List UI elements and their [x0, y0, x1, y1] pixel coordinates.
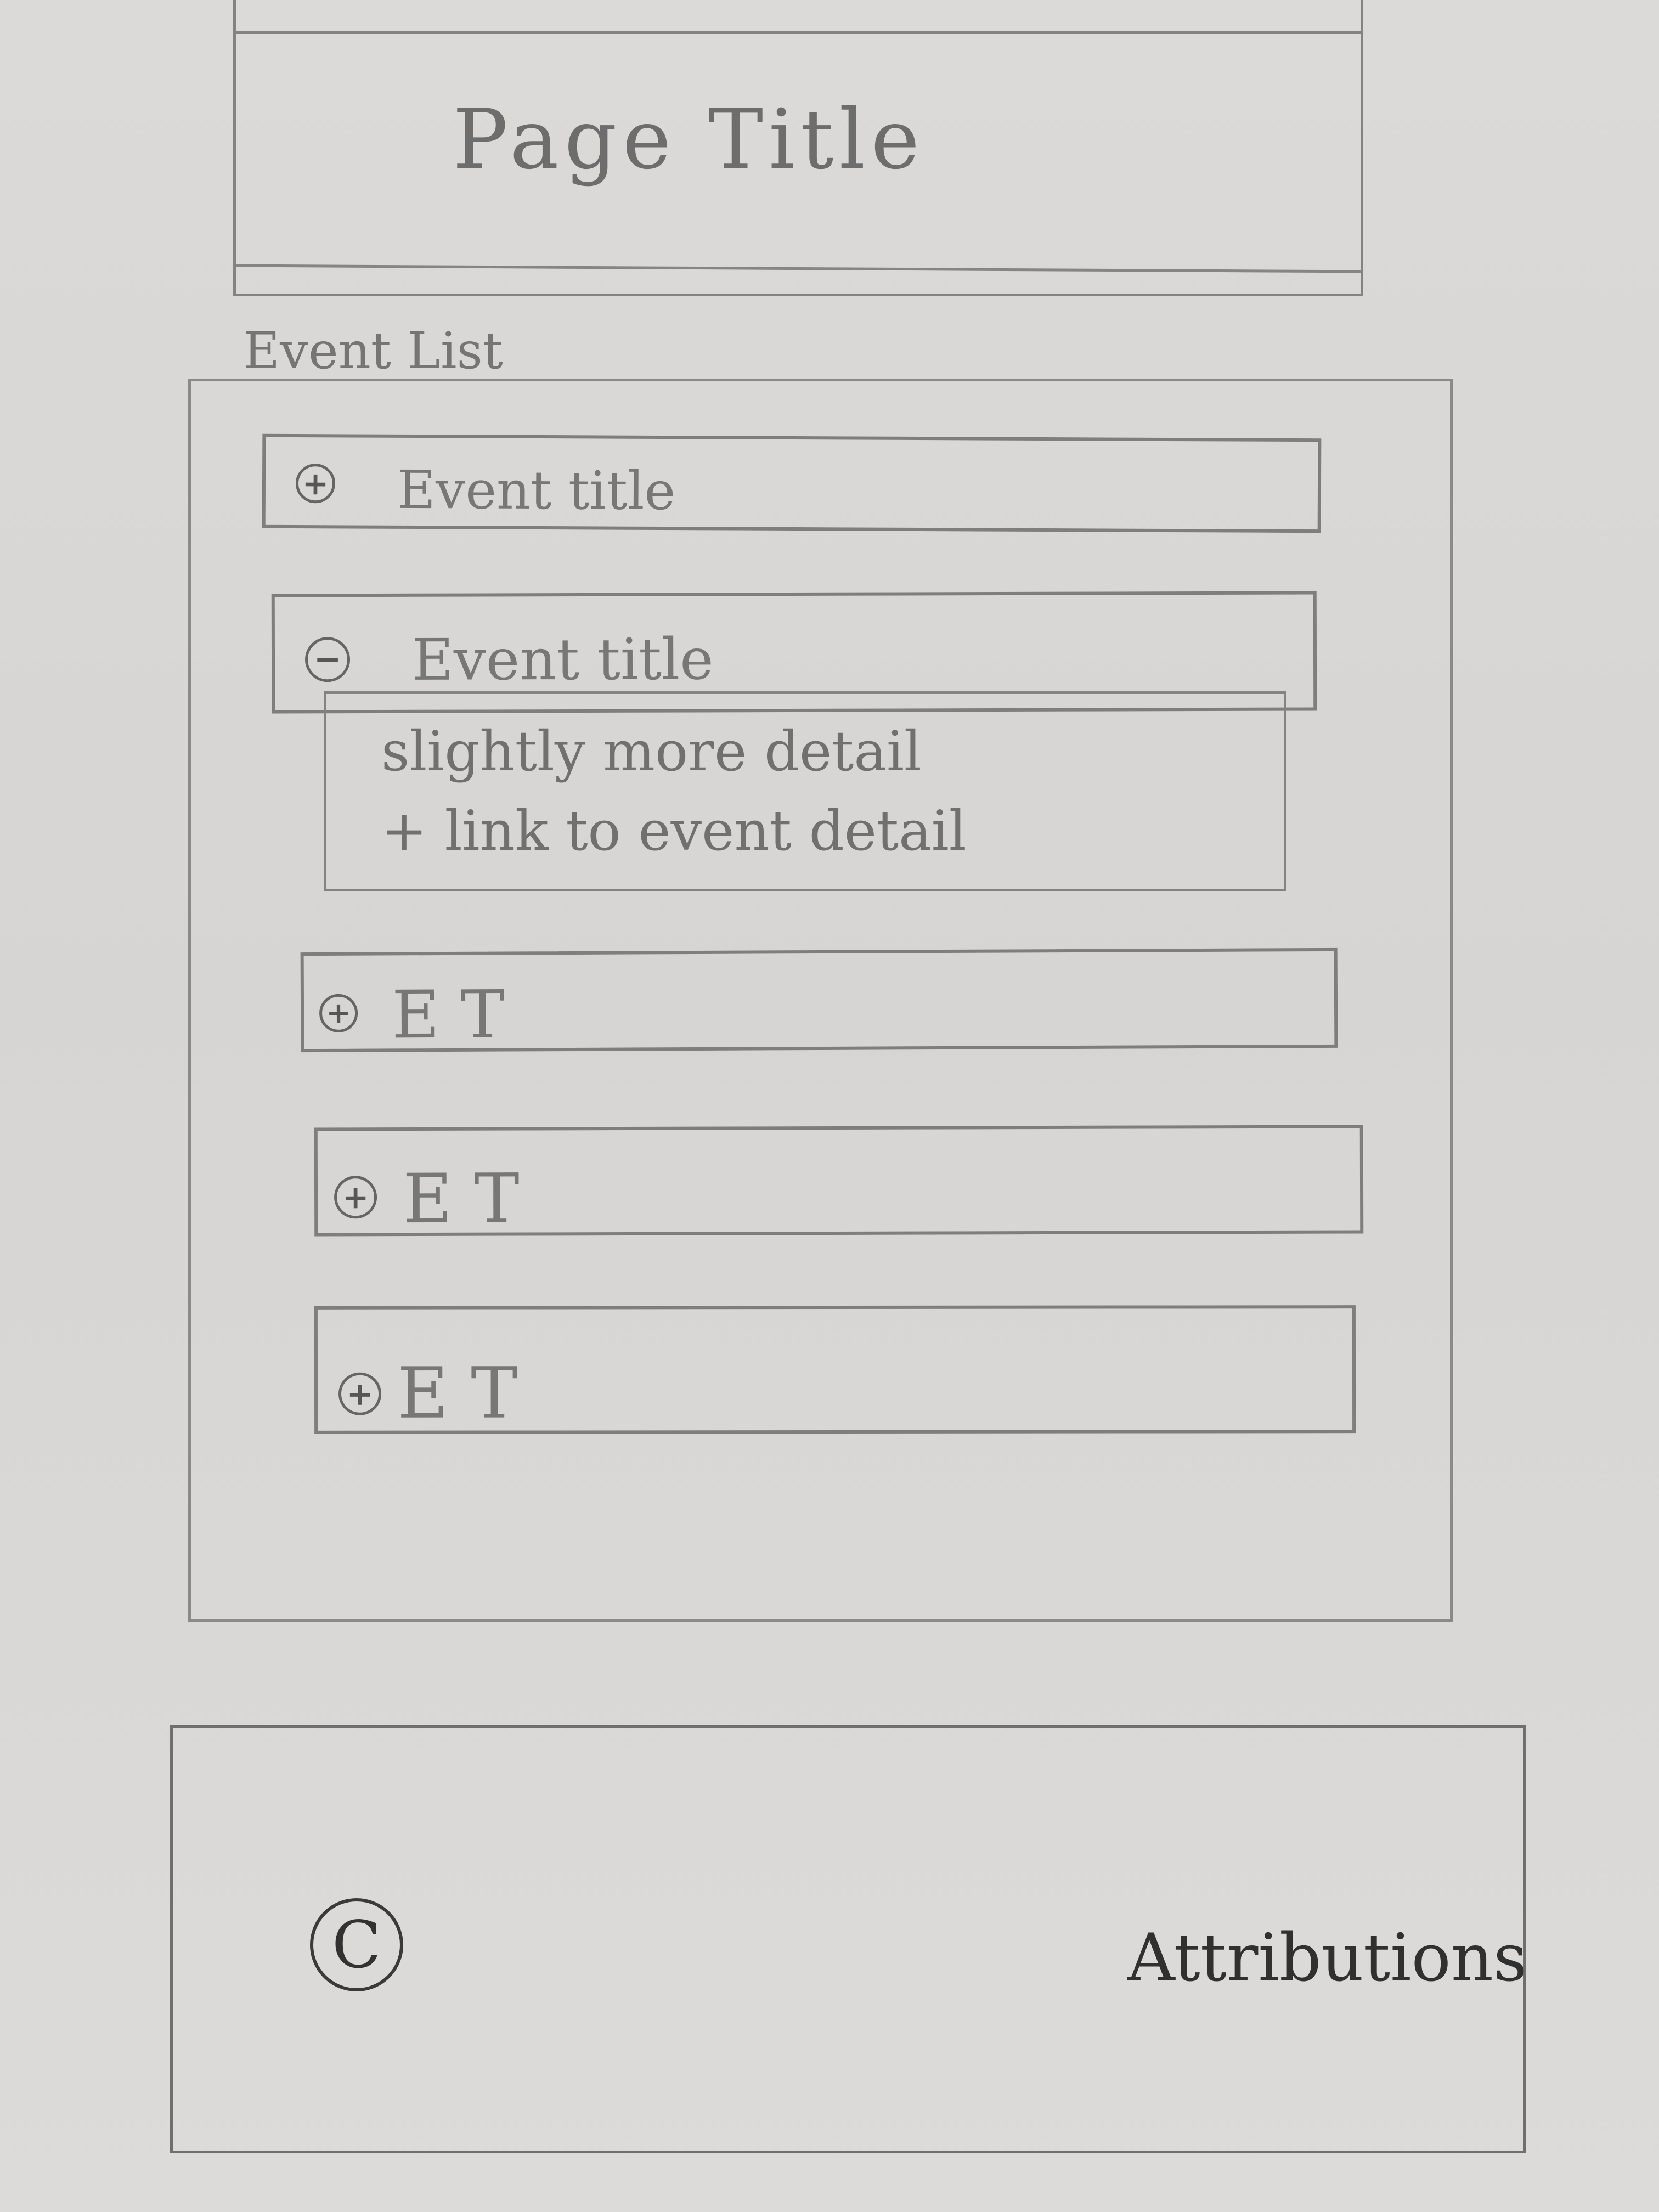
copyright-icon: C: [310, 1898, 403, 1991]
attributions-link[interactable]: Attributions: [1127, 1917, 1527, 2000]
event-title[interactable]: E T: [392, 977, 505, 1054]
event-list-label: Event List: [243, 321, 503, 380]
plus-icon[interactable]: +: [334, 1176, 377, 1219]
copyright-symbol: C: [331, 1907, 382, 1983]
top-header-bar: [236, 0, 1361, 34]
minus-icon[interactable]: −: [304, 637, 351, 682]
event-title[interactable]: Event title: [397, 459, 676, 522]
event-title[interactable]: E T: [403, 1160, 520, 1239]
event-title[interactable]: E T: [397, 1353, 518, 1435]
event-detail-text: slightly more detail: [381, 719, 922, 783]
event-title[interactable]: Event title: [412, 625, 714, 693]
event-card-1[interactable]: + Event title: [262, 433, 1322, 533]
event-card-4[interactable]: + E T: [314, 1125, 1364, 1239]
event-card-3[interactable]: + E T: [300, 947, 1338, 1054]
event-detail-link[interactable]: + link to event detail: [381, 798, 967, 864]
plus-icon[interactable]: +: [295, 464, 336, 504]
page-title: Page Title: [453, 92, 926, 188]
plus-icon[interactable]: +: [319, 994, 358, 1032]
plus-icon[interactable]: +: [338, 1372, 382, 1415]
event-detail-panel: slightly more detail + link to event det…: [324, 691, 1286, 891]
event-card-5[interactable]: + E T: [314, 1305, 1356, 1435]
